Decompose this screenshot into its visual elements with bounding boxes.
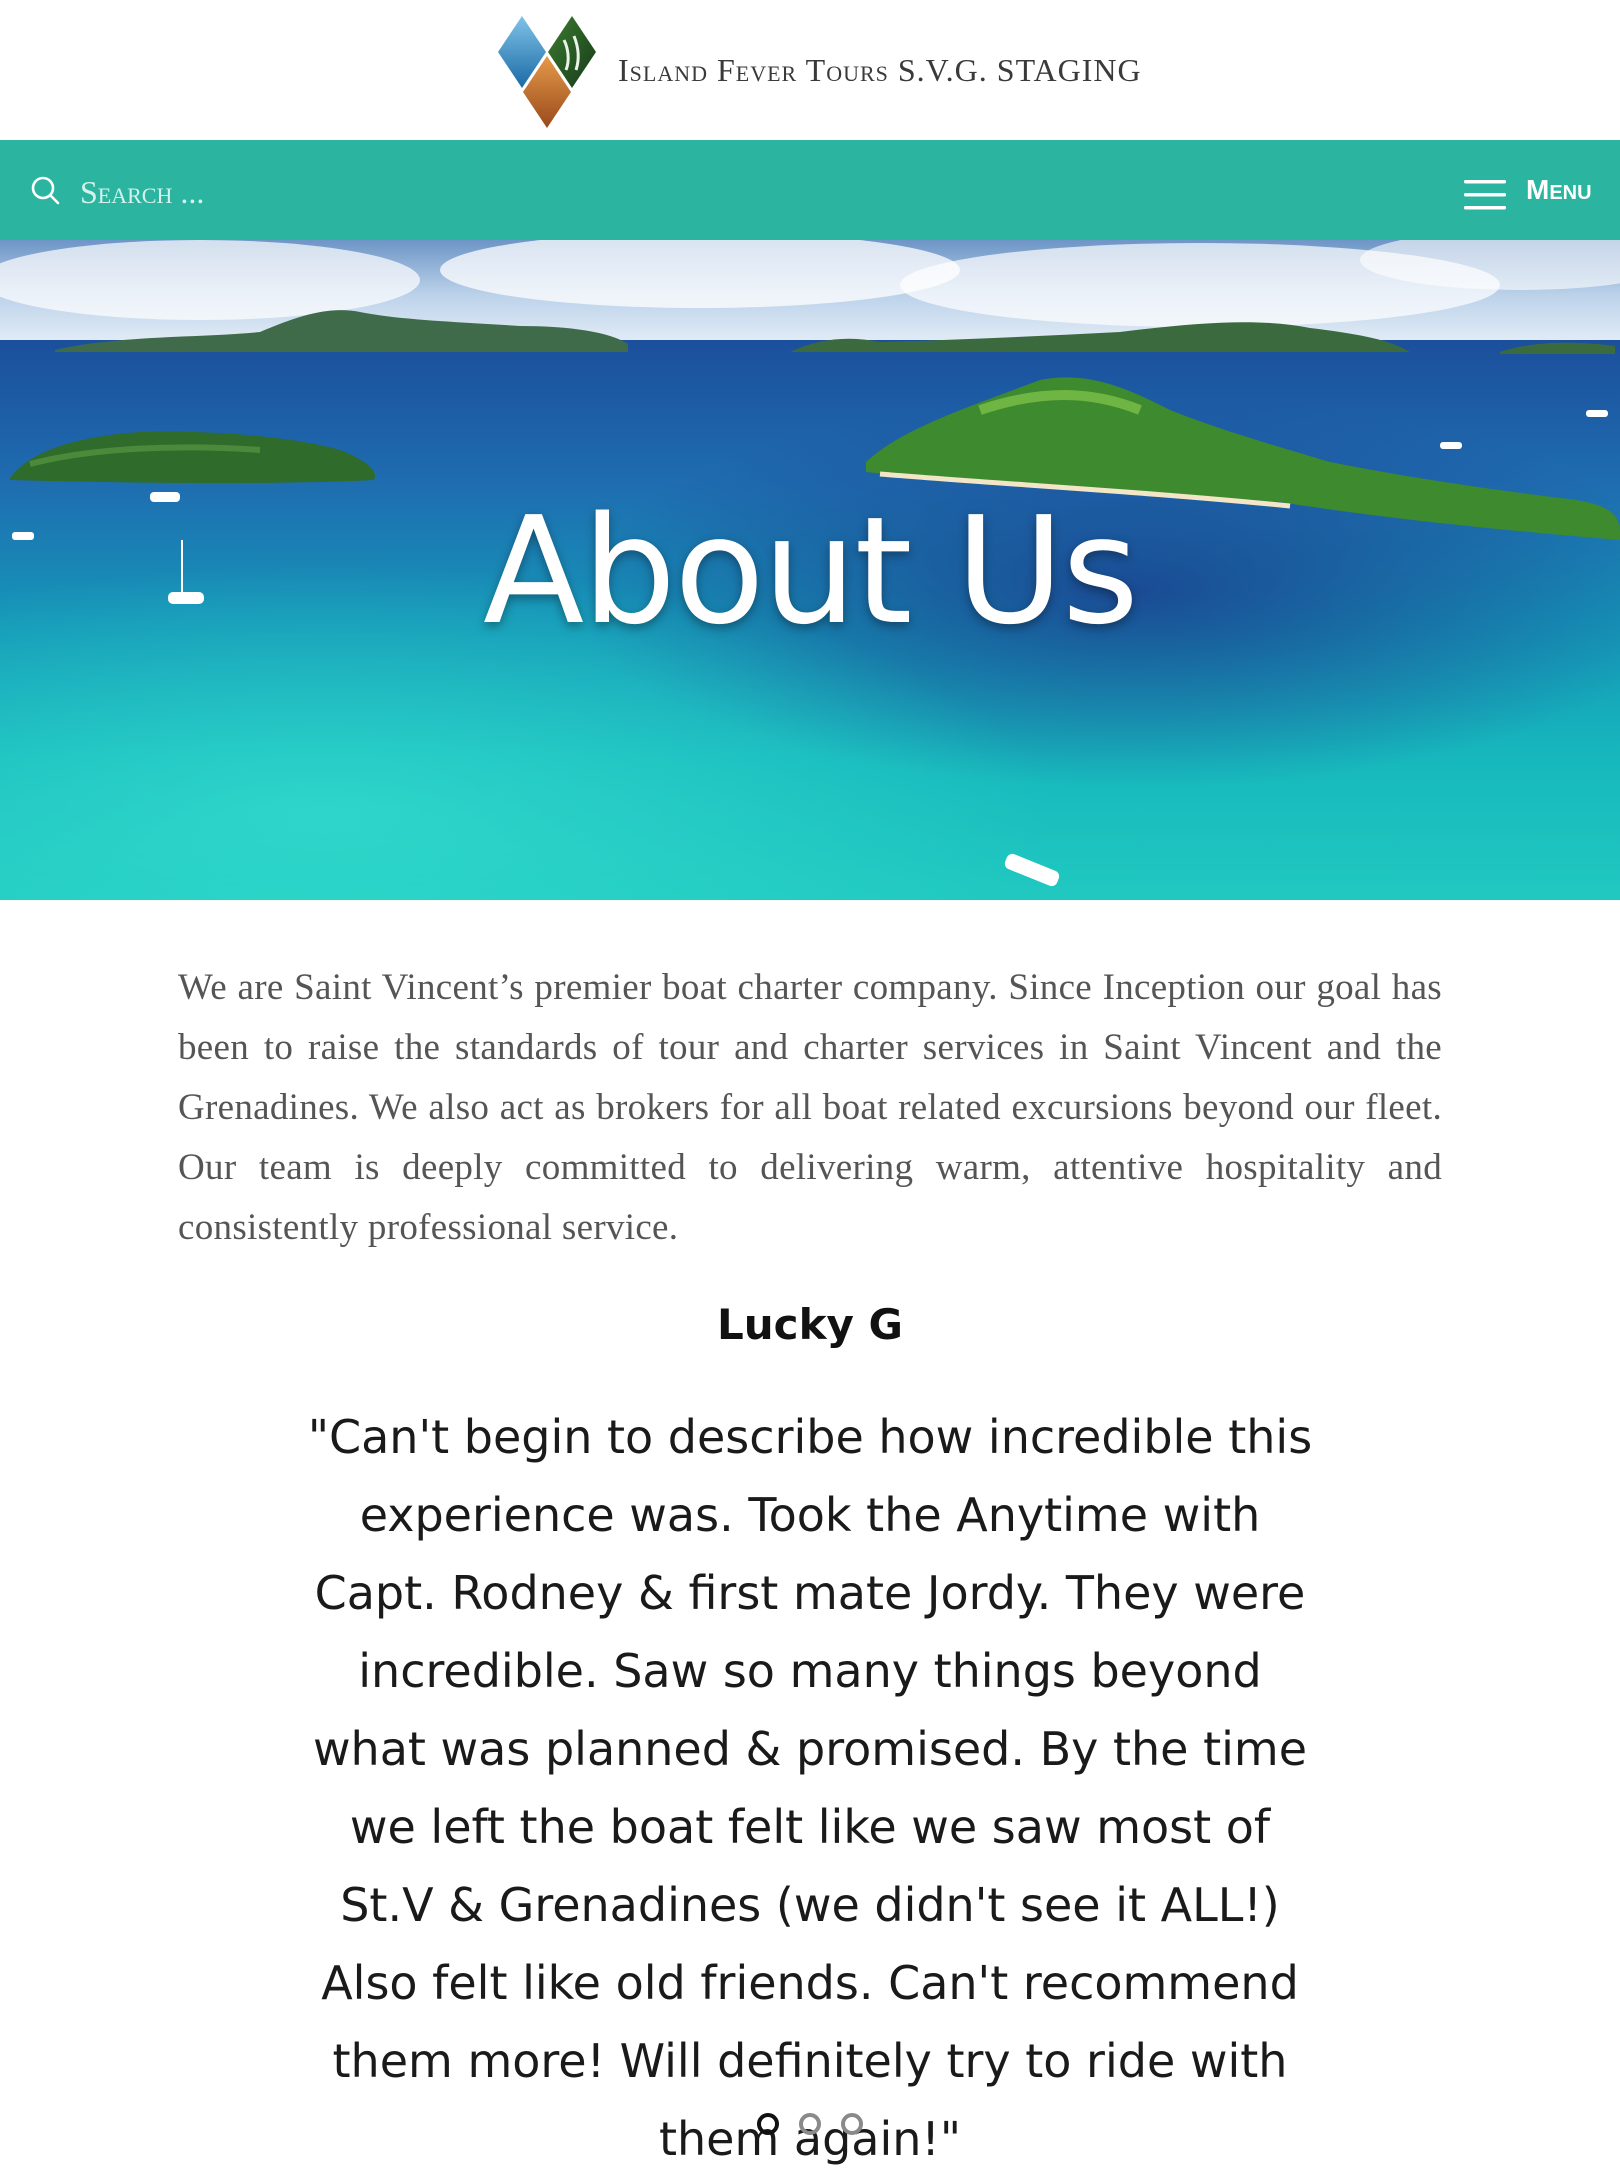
hamburger-icon xyxy=(1464,180,1506,210)
site-header: Island Fever Tours S.V.G. STAGING xyxy=(0,0,1620,140)
hero-banner: About Us xyxy=(0,240,1620,900)
site-title[interactable]: Island Fever Tours S.V.G. STAGING xyxy=(618,52,1142,89)
search-icon[interactable] xyxy=(30,175,60,205)
diamond-logo-icon[interactable] xyxy=(496,14,600,130)
intro-paragraph: We are Saint Vincent’s premier boat char… xyxy=(178,967,1442,1248)
slide-dot-2[interactable] xyxy=(799,2113,821,2135)
slide-dot-1[interactable] xyxy=(757,2113,779,2135)
search-input[interactable] xyxy=(78,168,582,216)
page-title: About Us xyxy=(482,485,1139,657)
slide-dot-3[interactable] xyxy=(841,2113,863,2135)
reviewer-name: Lucky G xyxy=(717,1300,903,1349)
menu-button[interactable]: Menu xyxy=(1460,168,1600,218)
review-quote: "Can't begin to describe how incredible … xyxy=(307,1410,1313,2166)
menu-label: Menu xyxy=(1526,174,1592,205)
slider-pagination xyxy=(0,2113,1620,2143)
